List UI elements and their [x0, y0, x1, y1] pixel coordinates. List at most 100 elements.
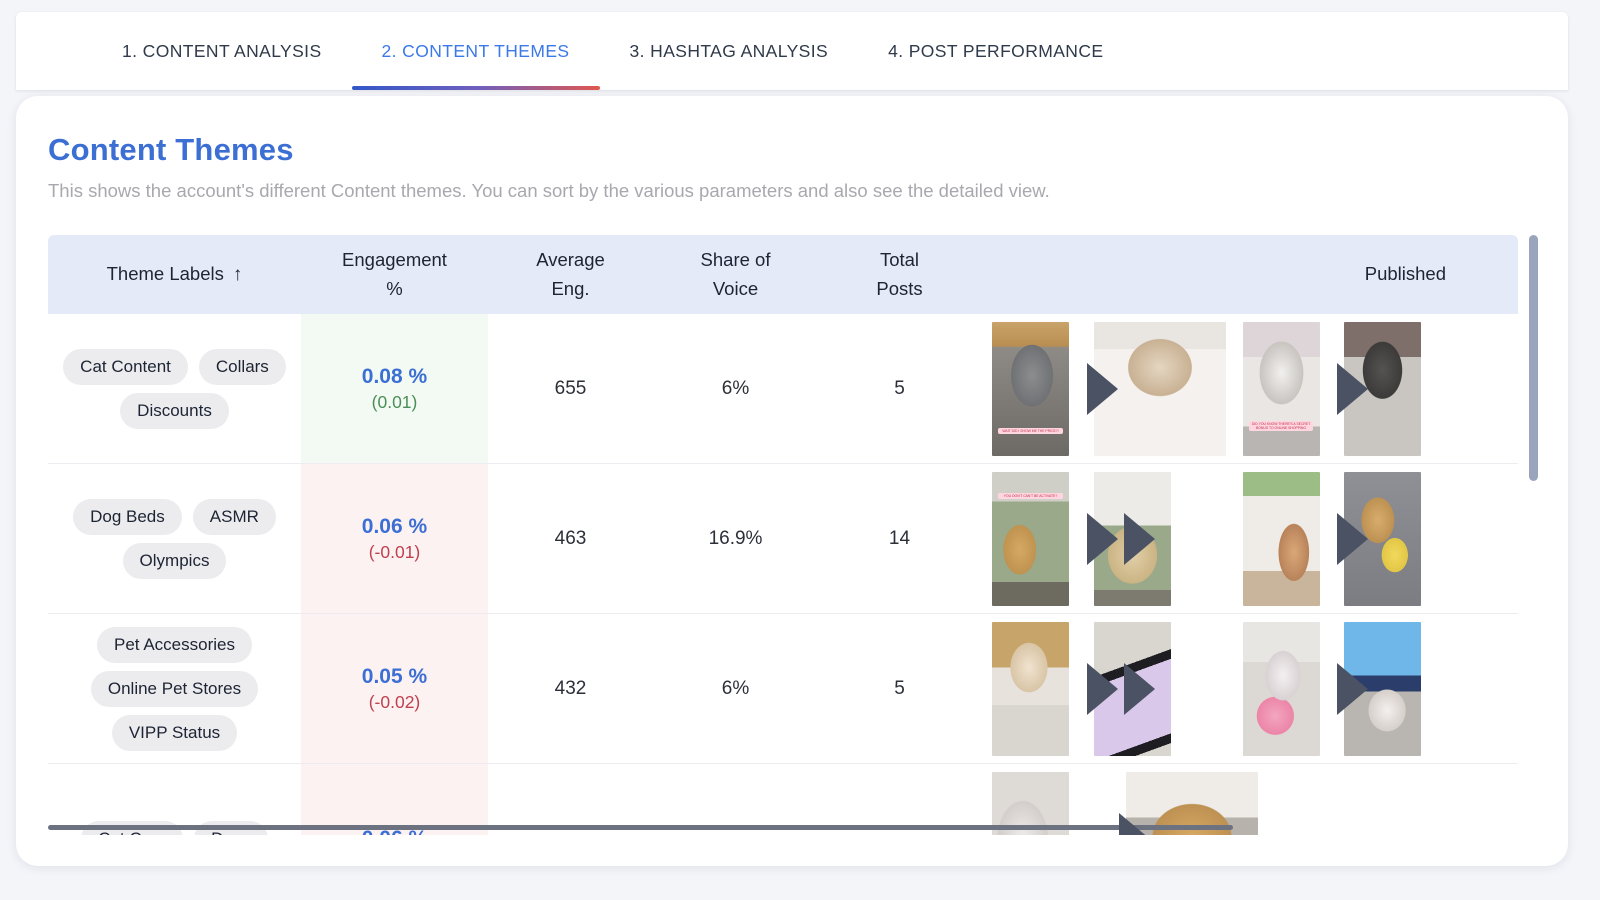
column-label-line1: Average: [536, 249, 605, 270]
column-header-share-of-voice[interactable]: Share of Voice: [653, 246, 818, 303]
theme-tag[interactable]: ASMR: [193, 499, 276, 535]
published-thumbnails-cell: [981, 614, 1518, 763]
tag-row: VIPP Status: [112, 715, 237, 751]
tab-label: 3. HASHTAG ANALYSIS: [630, 41, 829, 62]
column-label-line2: Posts: [876, 278, 922, 299]
page-title: Content Themes: [48, 132, 294, 168]
column-header-average-eng[interactable]: Average Eng.: [488, 246, 653, 303]
thumbnail-slot: [1243, 614, 1345, 763]
thumbnail-slot: WAIT DID I SHOW ME THE PRICE?!: [992, 314, 1094, 463]
table-header-row: Theme Labels ↑ Engagement % Average Eng.: [48, 235, 1518, 314]
vertical-scrollbar[interactable]: [1529, 235, 1538, 835]
total-posts-cell: 5: [818, 314, 981, 463]
play-icon[interactable]: [1087, 513, 1118, 565]
share-of-voice-cell: 6%: [653, 614, 818, 763]
engagement-delta: (-0.02): [369, 692, 421, 713]
thumbnail-slot: YOU DON'T CAN'T BE ACTIVATE?: [992, 464, 1094, 613]
column-header-theme-labels[interactable]: Theme Labels ↑: [48, 260, 301, 289]
column-label-line2: %: [386, 278, 402, 299]
table-row[interactable]: Dog Beds ASMR Olympics 0.06 % (-0.01) 46…: [48, 464, 1518, 614]
total-posts-value: 14: [889, 528, 910, 550]
column-label-line2: Eng.: [551, 278, 589, 299]
tab-label: 1. CONTENT ANALYSIS: [122, 41, 322, 62]
post-thumbnail[interactable]: [1243, 622, 1320, 756]
post-thumbnail[interactable]: YOU DON'T CAN'T BE ACTIVATE?: [992, 472, 1069, 606]
tag-row: Cat Content Collars: [63, 349, 286, 385]
column-label: Theme Labels: [107, 260, 224, 289]
theme-tag[interactable]: Collars: [199, 349, 286, 385]
total-posts-value: 5: [894, 678, 905, 700]
engagement-delta: (0.01): [372, 392, 418, 413]
tab-content-analysis[interactable]: 1. CONTENT ANALYSIS: [92, 12, 352, 90]
thumbnail-caption: WAIT DID I SHOW ME THE PRICE?!: [998, 428, 1063, 434]
play-icon[interactable]: [1119, 813, 1150, 836]
engagement-value: 0.08 %: [362, 365, 427, 389]
engagement-value: 0.05 %: [362, 665, 427, 689]
theme-tag[interactable]: Online Pet Stores: [91, 671, 258, 707]
column-label-line1: Share of: [701, 249, 771, 270]
vertical-scrollbar-thumb[interactable]: [1529, 235, 1538, 481]
theme-tag[interactable]: Olympics: [123, 543, 227, 579]
tab-content-themes[interactable]: 2. CONTENT THEMES: [352, 12, 600, 90]
play-icon[interactable]: [1087, 363, 1118, 415]
tab-label: 2. CONTENT THEMES: [382, 41, 570, 62]
page-subtitle: This shows the account's different Conte…: [48, 180, 1050, 202]
tag-row: Olympics: [123, 543, 227, 579]
column-header-published: Published: [981, 260, 1518, 289]
engagement-cell: 0.06 % (-0.01): [301, 464, 488, 613]
table-row[interactable]: Cat Content Collars Discounts 0.08 % (0.…: [48, 314, 1518, 464]
sort-ascending-icon[interactable]: ↑: [233, 260, 243, 289]
tag-row: Pet Accessories: [97, 627, 252, 663]
horizontal-scrollbar[interactable]: [48, 825, 1233, 830]
average-eng-cell: 432: [488, 614, 653, 763]
post-thumbnail[interactable]: DID YOU KNOW THERE'S A SECRET BONUS TO O…: [1243, 322, 1320, 456]
play-icon[interactable]: [1087, 663, 1118, 715]
play-icon[interactable]: [1124, 513, 1155, 565]
theme-tag[interactable]: Dog Beds: [73, 499, 182, 535]
column-label-wrap: Average Eng.: [536, 246, 605, 303]
published-thumbnails-cell: YOU DON'T CAN'T BE ACTIVATE?: [981, 464, 1518, 613]
theme-labels-cell: Pet Accessories Online Pet Stores VIPP S…: [48, 614, 301, 763]
thumbnail-slot: [1243, 464, 1345, 613]
thumbnail-caption: YOU DON'T CAN'T BE ACTIVATE?: [998, 493, 1063, 499]
theme-tag[interactable]: Discounts: [120, 393, 229, 429]
theme-tag[interactable]: Pet Accessories: [97, 627, 252, 663]
column-header-total-posts[interactable]: Total Posts: [818, 246, 981, 303]
tab-post-performance[interactable]: 4. POST PERFORMANCE: [858, 12, 1133, 90]
play-icon[interactable]: [1337, 663, 1368, 715]
theme-tag[interactable]: VIPP Status: [112, 715, 237, 751]
column-label-line1: Total: [880, 249, 919, 270]
column-header-engagement[interactable]: Engagement %: [301, 246, 488, 303]
play-icon[interactable]: [1337, 513, 1368, 565]
content-themes-card: Content Themes This shows the account's …: [16, 96, 1568, 866]
table-row[interactable]: Pet Accessories Online Pet Stores VIPP S…: [48, 614, 1518, 764]
column-label: Published: [1365, 260, 1446, 289]
engagement-cell: 0.08 % (0.01): [301, 314, 488, 463]
play-icon[interactable]: [1337, 363, 1368, 415]
total-posts-value: 5: [894, 378, 905, 400]
post-thumbnail[interactable]: WAIT DID I SHOW ME THE PRICE?!: [992, 322, 1069, 456]
thumbnail-slot: [992, 614, 1094, 763]
table-body: Cat Content Collars Discounts 0.08 % (0.…: [48, 314, 1518, 835]
column-label-wrap: Engagement %: [342, 246, 447, 303]
average-eng-value: 463: [555, 528, 587, 550]
share-of-voice-cell: 6%: [653, 314, 818, 463]
engagement-cell: 0.05 % (-0.02): [301, 614, 488, 763]
share-of-voice-value: 6%: [722, 378, 749, 400]
tab-hashtag-analysis[interactable]: 3. HASHTAG ANALYSIS: [600, 12, 859, 90]
published-thumbnails-cell: WAIT DID I SHOW ME THE PRICE?! DID YOU K…: [981, 314, 1518, 463]
engagement-delta: (-0.01): [369, 542, 421, 563]
tag-row: Dog Beds ASMR: [73, 499, 276, 535]
column-label-wrap: Total Posts: [876, 246, 922, 303]
post-thumbnail[interactable]: [1243, 472, 1320, 606]
tab-list: 1. CONTENT ANALYSIS 2. CONTENT THEMES 3.…: [16, 12, 1568, 90]
engagement-value: 0.06 %: [362, 515, 427, 539]
theme-tag[interactable]: Cat Content: [63, 349, 188, 385]
tag-row: Discounts: [120, 393, 229, 429]
total-posts-cell: 14: [818, 464, 981, 613]
average-eng-value: 432: [555, 678, 587, 700]
average-eng-cell: 655: [488, 314, 653, 463]
play-icon[interactable]: [1124, 663, 1155, 715]
thumbnail-caption: DID YOU KNOW THERE'S A SECRET BONUS TO O…: [1249, 421, 1314, 432]
post-thumbnail[interactable]: [992, 622, 1069, 756]
